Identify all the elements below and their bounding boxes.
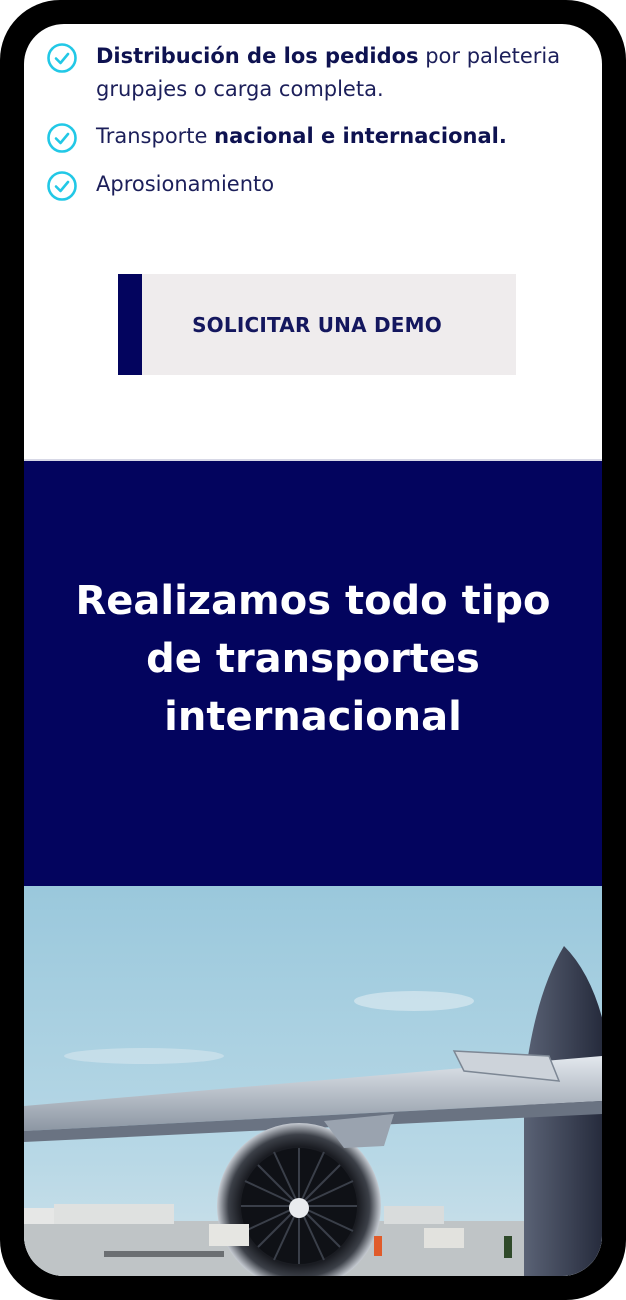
feature-bold: nacional e internacional. bbox=[214, 124, 507, 148]
check-circle-icon bbox=[47, 171, 77, 201]
cta-accent-bar bbox=[118, 274, 142, 375]
feature-prefix: Aprosionamiento bbox=[96, 172, 275, 196]
request-demo-label: SOLICITAR UNA DEMO bbox=[192, 312, 442, 337]
hero-banner: Realizamos todo tipo de transportes inte… bbox=[24, 459, 602, 886]
feature-text: Aprosionamiento bbox=[96, 168, 274, 201]
feature-prefix: Transporte bbox=[96, 124, 215, 148]
airplane-engine-photo bbox=[24, 886, 602, 1276]
list-item: Distribución de los pedidos por paleteri… bbox=[46, 40, 586, 106]
banner-title: Realizamos todo tipo de transportes inte… bbox=[75, 577, 551, 740]
feature-text: Distribución de los pedidos por paleteri… bbox=[96, 40, 586, 106]
feature-list: Distribución de los pedidos por paleteri… bbox=[46, 40, 586, 216]
screen: Distribución de los pedidos por paleteri… bbox=[24, 24, 602, 1276]
feature-text: Transporte nacional e internacional. bbox=[96, 120, 507, 153]
check-circle-icon bbox=[47, 123, 77, 153]
list-item: Transporte nacional e internacional. bbox=[46, 120, 586, 154]
feature-bold: Distribución de los pedidos bbox=[96, 44, 419, 68]
request-demo-button[interactable]: SOLICITAR UNA DEMO bbox=[118, 274, 516, 375]
check-circle-icon bbox=[47, 43, 77, 73]
list-item: Aprosionamiento bbox=[46, 168, 586, 202]
